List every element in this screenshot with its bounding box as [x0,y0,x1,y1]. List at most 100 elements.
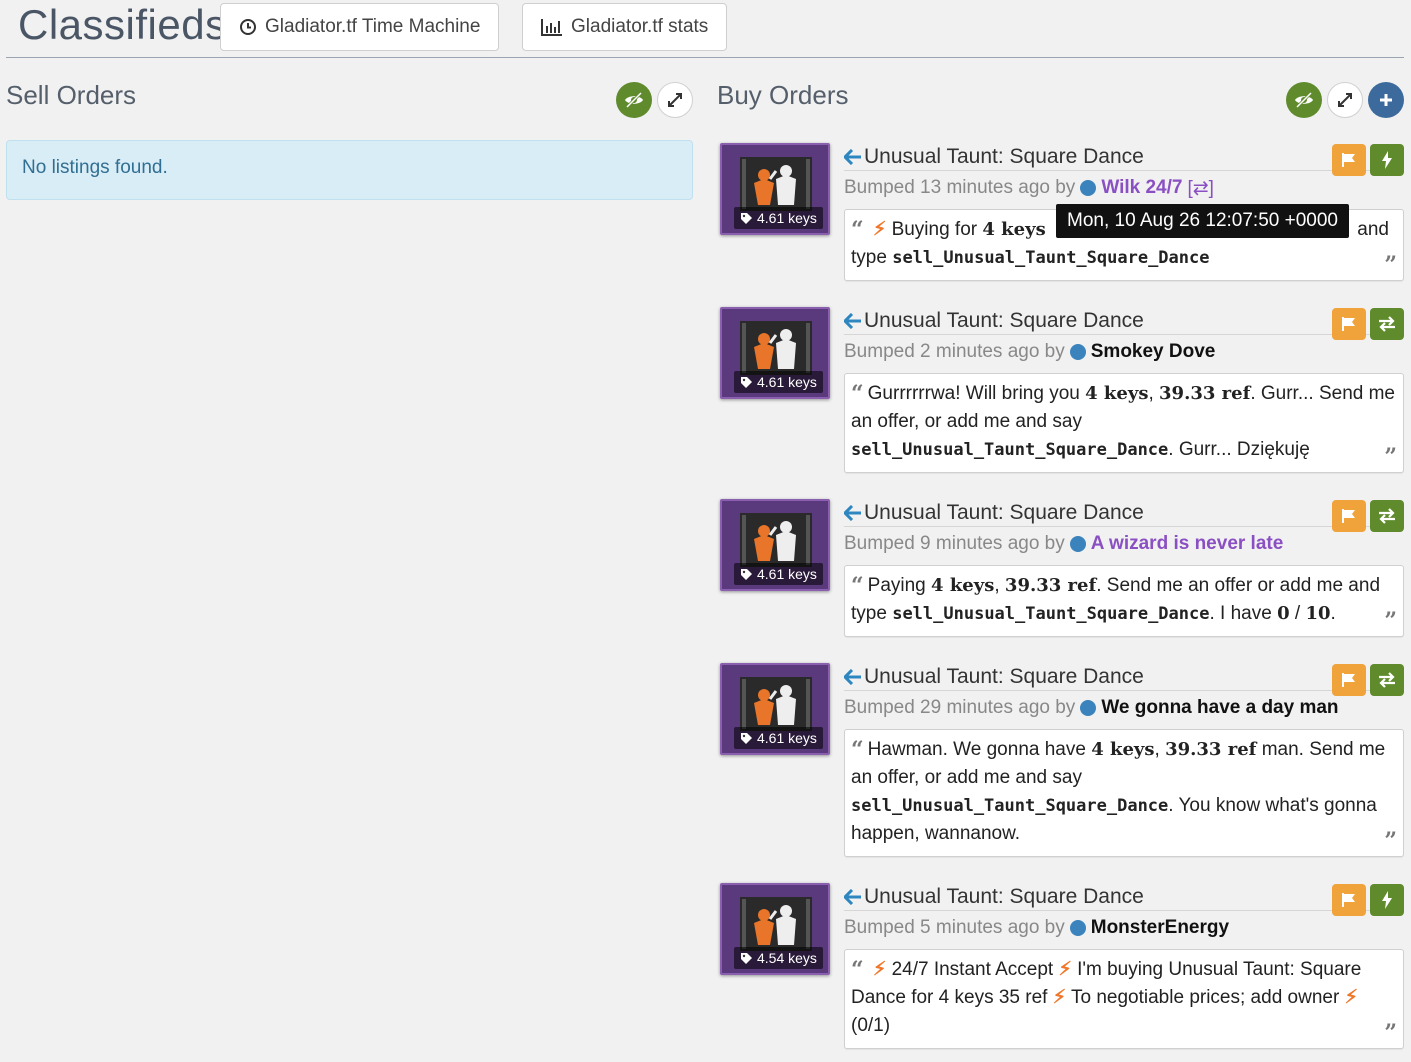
comment-keys: 4 keys [1091,739,1155,760]
bumped-line: Bumped 29 minutes ago by We gonna have a… [844,695,1404,721]
listing-title[interactable]: Unusual Taunt: Square Dance [844,663,1404,691]
listing-comment: “Hawman. We gonna have 4 keys, 39.33 ref… [844,729,1404,857]
comment-text: Hawman. We gonna have [867,739,1086,760]
listing-title-text: Unusual Taunt: Square Dance [864,884,1144,908]
price-value: 4.61 keys [757,374,817,390]
comment-command: sell_Unusual_Taunt_Square_Dance [851,440,1169,460]
trade-offer-button[interactable] [1370,308,1404,340]
comment-count: 0 [1277,603,1290,624]
arrow-left-icon [844,668,862,685]
eye-slash-icon [1295,92,1313,108]
report-flag-button[interactable] [1332,500,1366,532]
quote-right-icon: ” [1384,608,1397,634]
price-tag: 4.61 keys [734,371,823,393]
instant-trade-button[interactable] [1370,144,1404,176]
buy-expand-button[interactable] [1327,82,1363,118]
comment-text: type [851,247,887,268]
expand-icon [668,93,682,107]
bumped-line: Bumped 13 minutes ago by Wilk 24/7 [⇄] [844,175,1404,201]
tag-icon [741,952,752,964]
item-image[interactable]: 4.61 keys [720,307,830,399]
user-link[interactable]: MonsterEnergy [1091,917,1229,939]
comment-text: 24/7 Instant Accept [891,959,1054,980]
quote-left-icon: “ [851,573,864,599]
comment-text: Gurrrrrrwa! Will bring you [867,383,1080,404]
price-tag: 4.61 keys [734,727,823,749]
comment-command: sell_Unusual_Taunt_Square_Dance [892,604,1210,624]
comment-text: (0/1) [851,1015,891,1036]
eye-slash-icon [625,92,643,108]
report-flag-button[interactable] [1332,308,1366,340]
status-dot-icon [1069,920,1086,936]
user-link[interactable]: We gonna have a day man [1101,697,1338,719]
plus-icon [1380,94,1392,106]
time-machine-button[interactable]: Gladiator.tf Time Machine [220,3,500,51]
bumped-text: Bumped 5 minutes ago by [844,917,1065,938]
bolt-icon: ⚡︎ [872,219,887,240]
page-brand: Classifieds [18,1,227,48]
price-value: 4.61 keys [757,730,817,746]
user-link[interactable]: Smokey Dove [1091,341,1216,363]
price-tag: 4.61 keys [734,563,823,585]
square-dance-art-icon [740,513,812,567]
report-flag-button[interactable] [1332,144,1366,176]
listing-item: 4.61 keys Unusual Taunt: Square Dance Bu… [720,499,1404,639]
listing-comment: “Paying 4 keys, 39.33 ref. Send me an of… [844,565,1404,637]
top-bar: Classifieds Gladiator.tf Time Machine Gl… [6,0,1404,58]
square-dance-art-icon [740,897,812,951]
comment-text: . Gurr... Dziękuję [1168,439,1310,460]
quote-left-icon: “ [851,737,864,763]
comment-text: / [1294,603,1301,624]
bumped-text: Bumped 29 minutes ago by [844,697,1076,718]
comment-ref: 39.33 ref [1159,383,1251,404]
listing-title[interactable]: Unusual Taunt: Square Dance [844,883,1404,911]
comment-command: sell_Unusual_Taunt_Square_Dance [851,796,1169,816]
user-link[interactable]: Wilk 24/7 [1101,177,1182,199]
status-dot-icon [1069,344,1086,360]
comment-text: Paying [867,575,926,596]
trade-offer-link[interactable]: [⇄] [1187,177,1213,200]
sell-expand-button[interactable] [657,82,693,118]
comment-keys: 4 keys [931,575,995,596]
price-tag: 4.61 keys [734,207,823,229]
quote-left-icon: “ [851,217,864,243]
listing-title[interactable]: Unusual Taunt: Square Dance [844,307,1404,335]
item-image[interactable]: 4.61 keys [720,143,830,235]
listing-title[interactable]: Unusual Taunt: Square Dance [844,499,1404,527]
listing-comment: “ ⚡︎ 24/7 Instant Accept ⚡︎ I'm buying U… [844,949,1404,1049]
item-image[interactable]: 4.54 keys [720,883,830,975]
item-image[interactable]: 4.61 keys [720,663,830,755]
listing-title-text: Unusual Taunt: Square Dance [864,144,1144,168]
bolt-icon [1382,891,1392,909]
price-value: 4.61 keys [757,566,817,582]
stats-button[interactable]: Gladiator.tf stats [522,3,728,51]
user-link[interactable]: A wizard is never late [1091,533,1284,555]
tag-icon [741,732,752,744]
comment-ref: 39.33 ref [1165,739,1257,760]
comment-text: , [1154,739,1160,760]
quote-right-icon: ” [1384,252,1397,278]
price-value: 4.61 keys [757,210,817,226]
clock-icon [240,19,256,35]
flag-icon [1342,893,1355,907]
buy-toggle-visibility-button[interactable] [1286,82,1322,118]
sell-toggle-visibility-button[interactable] [616,82,652,118]
flag-icon [1342,509,1355,523]
instant-trade-button[interactable] [1370,884,1404,916]
report-flag-button[interactable] [1332,664,1366,696]
listing-title-text: Unusual Taunt: Square Dance [864,308,1144,332]
quote-left-icon: “ [851,381,864,407]
comment-count: 10 [1305,603,1331,624]
item-image[interactable]: 4.61 keys [720,499,830,591]
add-listing-button[interactable] [1368,82,1404,118]
sell-orders-title: Sell Orders [6,80,137,110]
expand-icon [1338,93,1352,107]
report-flag-button[interactable] [1332,884,1366,916]
listing-comment: “Gurrrrrrwa! Will bring you 4 keys, 39.3… [844,373,1404,473]
trade-offer-button[interactable] [1370,664,1404,696]
tag-icon [741,376,752,388]
trade-offer-button[interactable] [1370,500,1404,532]
bump-time-tooltip: Mon, 10 Aug 26 12:07:50 +0000 [1056,204,1349,238]
listing-title[interactable]: Unusual Taunt: Square Dance [844,143,1404,171]
bumped-line: Bumped 2 minutes ago by Smokey Dove [844,339,1404,365]
